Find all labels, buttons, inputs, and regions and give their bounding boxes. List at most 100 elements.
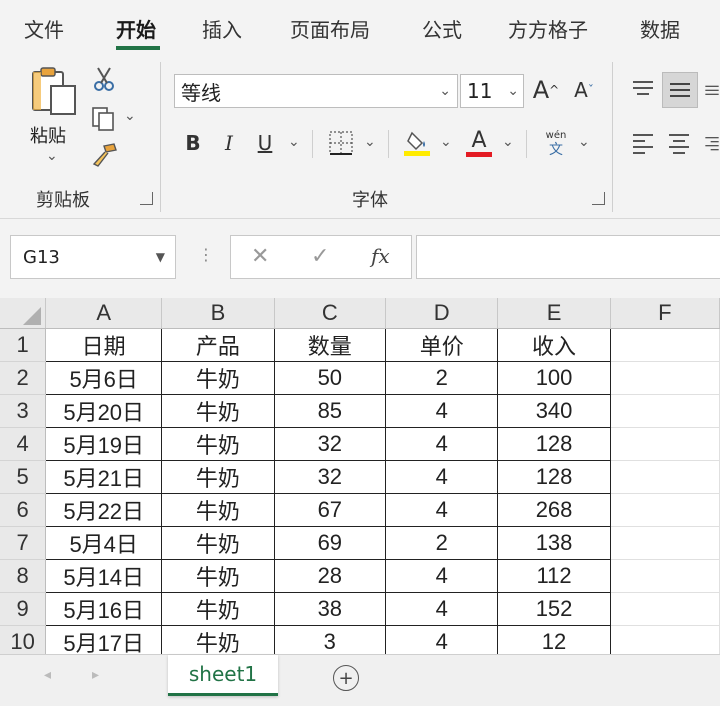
clipboard-launcher-icon[interactable] — [140, 192, 153, 205]
table-cell[interactable]: 5月6日 — [45, 361, 163, 395]
column-header[interactable]: B — [161, 298, 275, 329]
table-cell[interactable] — [610, 427, 720, 461]
table-cell[interactable]: 268 — [497, 493, 611, 527]
column-header[interactable]: E — [497, 298, 611, 329]
borders-dropdown-icon[interactable]: ⌄ — [364, 134, 376, 150]
table-cell[interactable]: 128 — [497, 460, 611, 494]
scroll-left-icon[interactable]: ◂ — [44, 667, 51, 683]
table-cell[interactable]: 12 — [497, 625, 611, 654]
name-box[interactable]: G13 ▼ — [10, 235, 176, 279]
table-cell[interactable]: 4 — [385, 394, 499, 428]
italic-button[interactable]: I — [216, 128, 242, 158]
paste-dropdown-icon[interactable]: ⌄ — [46, 148, 58, 164]
table-cell[interactable]: 数量 — [273, 328, 387, 362]
table-cell[interactable] — [610, 625, 720, 654]
row-header[interactable]: 9 — [0, 592, 47, 626]
row-header[interactable]: 4 — [0, 427, 47, 461]
table-cell[interactable]: 5月14日 — [45, 559, 163, 593]
table-cell[interactable]: 138 — [497, 526, 611, 560]
select-all-corner[interactable] — [0, 298, 47, 329]
underline-button[interactable]: U — [252, 128, 278, 158]
fill-color-dropdown-icon[interactable]: ⌄ — [440, 134, 452, 150]
table-cell[interactable]: 2 — [385, 361, 499, 395]
table-cell[interactable]: 5月21日 — [45, 460, 163, 494]
cut-icon[interactable] — [92, 66, 116, 92]
underline-dropdown-icon[interactable]: ⌄ — [288, 134, 300, 150]
row-header[interactable]: 8 — [0, 559, 47, 593]
table-cell[interactable]: 牛奶 — [161, 493, 275, 527]
table-cell[interactable]: 4 — [385, 460, 499, 494]
tab-fangfang[interactable]: 方方格子 — [508, 14, 588, 43]
tab-formulas[interactable]: 公式 — [422, 14, 462, 43]
table-cell[interactable]: 牛奶 — [161, 625, 275, 654]
format-painter-icon[interactable] — [90, 142, 118, 168]
font-color-button[interactable]: A — [464, 126, 494, 160]
column-header[interactable]: F — [610, 298, 720, 329]
table-cell[interactable]: 4 — [385, 427, 499, 461]
row-header[interactable]: 2 — [0, 361, 47, 395]
row-header[interactable]: 10 — [0, 625, 47, 654]
table-cell[interactable]: 50 — [273, 361, 387, 395]
drag-handle-icon[interactable]: ⋮ — [198, 245, 214, 264]
table-cell[interactable]: 牛奶 — [161, 394, 275, 428]
insert-function-icon[interactable]: fx — [371, 244, 390, 268]
table-cell[interactable]: 4 — [385, 559, 499, 593]
align-center-icon[interactable] — [666, 130, 692, 156]
table-cell[interactable]: 5月20日 — [45, 394, 163, 428]
font-color-dropdown-icon[interactable]: ⌄ — [502, 134, 514, 150]
table-cell[interactable]: 69 — [273, 526, 387, 560]
tab-data[interactable]: 数据 — [640, 14, 680, 43]
shrink-font-button[interactable]: Aˇ — [568, 74, 600, 106]
sheet-tab[interactable]: sheet1 — [168, 655, 278, 696]
add-sheet-icon[interactable]: + — [333, 665, 359, 691]
table-cell[interactable]: 单价 — [385, 328, 499, 362]
font-name-combo[interactable]: 等线 ⌄ — [174, 74, 458, 108]
table-cell[interactable]: 112 — [497, 559, 611, 593]
tab-insert[interactable]: 插入 — [202, 14, 242, 43]
table-cell[interactable]: 牛奶 — [161, 361, 275, 395]
table-cell[interactable] — [610, 394, 720, 428]
align-left-icon[interactable] — [630, 130, 656, 156]
phonetic-dropdown-icon[interactable]: ⌄ — [578, 134, 590, 150]
copy-dropdown-icon[interactable]: ⌄ — [124, 108, 136, 124]
table-cell[interactable]: 32 — [273, 460, 387, 494]
table-cell[interactable]: 5月19日 — [45, 427, 163, 461]
table-cell[interactable] — [610, 361, 720, 395]
table-cell[interactable]: 340 — [497, 394, 611, 428]
table-cell[interactable]: 牛奶 — [161, 592, 275, 626]
bold-button[interactable]: B — [180, 128, 206, 158]
borders-icon[interactable] — [326, 128, 356, 158]
table-cell[interactable]: 牛奶 — [161, 559, 275, 593]
table-cell[interactable]: 3 — [273, 625, 387, 654]
table-cell[interactable]: 100 — [497, 361, 611, 395]
table-cell[interactable]: 38 — [273, 592, 387, 626]
scroll-right-icon[interactable]: ▸ — [92, 667, 99, 683]
font-launcher-icon[interactable] — [592, 192, 605, 205]
phonetic-guide-icon[interactable]: wén 文 — [540, 126, 572, 160]
table-cell[interactable]: 4 — [385, 625, 499, 654]
table-cell[interactable] — [610, 493, 720, 527]
align-bottom-icon[interactable] — [704, 76, 720, 102]
table-cell[interactable]: 5月4日 — [45, 526, 163, 560]
table-cell[interactable]: 5月16日 — [45, 592, 163, 626]
tab-home[interactable]: 开始 — [116, 14, 156, 43]
row-header[interactable]: 7 — [0, 526, 47, 560]
grow-font-button[interactable]: A ^ — [530, 74, 562, 106]
table-cell[interactable]: 牛奶 — [161, 427, 275, 461]
table-cell[interactable]: 32 — [273, 427, 387, 461]
table-cell[interactable]: 85 — [273, 394, 387, 428]
table-cell[interactable] — [610, 460, 720, 494]
table-cell[interactable]: 5月22日 — [45, 493, 163, 527]
align-top-icon[interactable] — [630, 76, 656, 102]
enter-icon[interactable]: ✓ — [311, 244, 329, 269]
table-cell[interactable] — [610, 526, 720, 560]
fill-color-icon[interactable] — [402, 126, 432, 160]
cancel-icon[interactable]: ✕ — [251, 244, 269, 269]
tab-page-layout[interactable]: 页面布局 — [290, 14, 370, 43]
table-cell[interactable]: 28 — [273, 559, 387, 593]
paste-label[interactable]: 粘贴 — [30, 122, 66, 148]
copy-icon[interactable] — [90, 106, 118, 132]
table-cell[interactable]: 日期 — [45, 328, 163, 362]
table-cell[interactable]: 4 — [385, 493, 499, 527]
paste-icon[interactable] — [28, 66, 80, 118]
